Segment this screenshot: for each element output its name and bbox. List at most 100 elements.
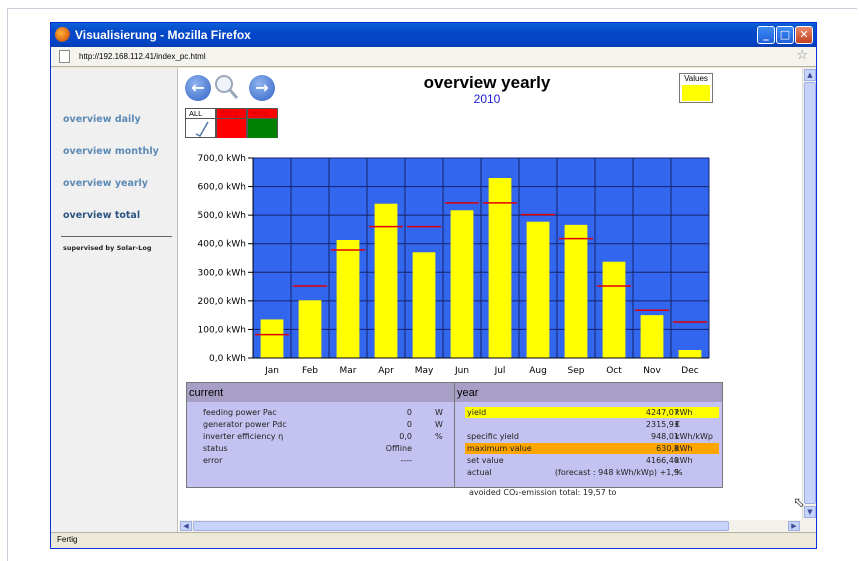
close-button[interactable]: ✕ bbox=[795, 26, 813, 44]
firefox-icon bbox=[55, 27, 70, 42]
page-year: 2010 bbox=[473, 92, 501, 106]
data-tables: current year feeding power Pac 0 Wgenerato… bbox=[186, 382, 723, 488]
x-tick-label: Apr bbox=[378, 366, 394, 376]
sidebar-divider bbox=[61, 236, 172, 237]
bar bbox=[298, 300, 322, 358]
checkmark-icon bbox=[195, 121, 209, 137]
horizontal-scrollbar[interactable]: ◀ ▶ bbox=[179, 520, 802, 532]
filter-so1[interactable]: SO 1 bbox=[216, 108, 247, 138]
current-row: generator power Pdc 0 W bbox=[187, 419, 454, 430]
scroll-corner bbox=[802, 520, 816, 532]
year-row: specific yield 948,01 kWh/kWp bbox=[465, 431, 719, 442]
vertical-scroll-thumb[interactable] bbox=[804, 82, 816, 504]
year-row-label: specific yield bbox=[467, 432, 519, 441]
legend-label: Values bbox=[684, 74, 708, 83]
current-row: feeding power Pac 0 W bbox=[187, 407, 454, 418]
y-tick-label: 400,0 kWh bbox=[198, 240, 246, 250]
main-panel: ← → overview yearly 2010 Values ALL SO 1… bbox=[179, 68, 802, 520]
sidebar-item-overview-monthly[interactable]: overview monthly bbox=[63, 146, 159, 157]
year-row-unit: kWh bbox=[675, 444, 693, 453]
year-row: maximum value 630,8 kWh bbox=[465, 443, 719, 454]
x-tick-label: Oct bbox=[606, 366, 622, 376]
current-row-value: 0 bbox=[406, 408, 412, 417]
next-arrow-icon[interactable]: → bbox=[249, 75, 275, 101]
year-row: set value 4166,40 kWh bbox=[465, 455, 719, 466]
zoom-icon[interactable] bbox=[213, 73, 239, 101]
vertical-scrollbar[interactable]: ▲ ▼ bbox=[802, 68, 816, 520]
table-divider bbox=[454, 383, 455, 487]
scroll-left-icon[interactable]: ◀ bbox=[180, 521, 192, 531]
current-row-label: feeding power Pac bbox=[203, 408, 277, 417]
sidebar-item-overview-daily[interactable]: overview daily bbox=[63, 114, 141, 125]
current-row-label: inverter efficiency η bbox=[203, 432, 284, 441]
y-tick-label: 300,0 kWh bbox=[198, 268, 246, 278]
filter-so1-label: SO 1 bbox=[217, 109, 246, 119]
window-title: Visualisierung - Mozilla Firefox bbox=[75, 28, 251, 42]
year-row-unit: € bbox=[675, 420, 681, 429]
y-tick-label: 600,0 kWh bbox=[198, 183, 246, 193]
legend: Values bbox=[679, 73, 713, 103]
filter-inv1-label: INV1 bbox=[248, 109, 277, 119]
title-bar[interactable]: Visualisierung - Mozilla Firefox _ □ ✕ bbox=[51, 23, 816, 47]
scroll-up-icon[interactable]: ▲ bbox=[804, 69, 816, 81]
supervised-label: supervised by Solar-Log bbox=[63, 244, 152, 252]
year-row-unit: % bbox=[675, 468, 683, 477]
scroll-down-icon[interactable]: ▼ bbox=[804, 506, 816, 518]
current-row: error ---- bbox=[187, 455, 454, 466]
year-row-label: actual bbox=[467, 468, 492, 477]
bar bbox=[564, 224, 588, 358]
year-row-unit: kWh bbox=[675, 456, 693, 465]
year-row-unit: kWh bbox=[675, 408, 693, 417]
bar bbox=[526, 221, 550, 358]
current-row-label: status bbox=[203, 444, 228, 453]
bar bbox=[602, 261, 626, 358]
page-icon bbox=[59, 50, 70, 63]
filter-inv1-swatch bbox=[248, 119, 277, 138]
year-heading: year bbox=[455, 383, 722, 402]
x-tick-label: Mar bbox=[340, 366, 357, 376]
minimize-button[interactable]: _ bbox=[757, 26, 775, 44]
y-tick-label: 200,0 kWh bbox=[198, 297, 246, 307]
bar bbox=[450, 210, 474, 358]
x-tick-label: Sep bbox=[568, 366, 585, 376]
current-row-unit: W bbox=[435, 420, 443, 429]
scroll-right-icon[interactable]: ▶ bbox=[788, 521, 800, 531]
y-tick-label: 100,0 kWh bbox=[198, 325, 246, 335]
y-tick-label: 0,0 kWh bbox=[209, 354, 246, 364]
y-tick-label: 700,0 kWh bbox=[198, 154, 246, 164]
bookmark-star-icon[interactable]: ☆ bbox=[796, 48, 808, 63]
x-tick-label: Nov bbox=[643, 366, 661, 376]
bar bbox=[412, 252, 436, 358]
previous-arrow-icon[interactable]: ← bbox=[185, 75, 211, 101]
current-row-value: ---- bbox=[400, 456, 412, 465]
current-row: inverter efficiency η 0,0% bbox=[187, 431, 454, 442]
filter-all[interactable]: ALL bbox=[185, 108, 216, 138]
bar bbox=[678, 350, 702, 358]
x-tick-label: Jun bbox=[454, 366, 469, 376]
current-heading: current bbox=[187, 383, 454, 402]
address-bar[interactable]: http://192.168.112.41/index_pc.html ☆ bbox=[51, 47, 816, 67]
x-tick-label: Jan bbox=[264, 366, 279, 376]
year-row-label: maximum value bbox=[467, 444, 532, 453]
year-row-value: (forecast : 948 kWh/kWp) +1,9 bbox=[554, 468, 679, 477]
browser-window: Visualisierung - Mozilla Firefox _ □ ✕ h… bbox=[50, 22, 817, 549]
x-tick-label: Jul bbox=[494, 366, 506, 376]
filter-so1-swatch bbox=[217, 119, 246, 138]
maximize-button[interactable]: □ bbox=[776, 26, 794, 44]
bar bbox=[640, 315, 664, 358]
url-field[interactable]: http://192.168.112.41/index_pc.html bbox=[79, 52, 206, 61]
sidebar-item-overview-total[interactable]: overview total bbox=[63, 210, 140, 221]
horizontal-scroll-thumb[interactable] bbox=[193, 521, 729, 531]
year-row-label: yield bbox=[467, 408, 487, 417]
desktop-divider bbox=[7, 8, 857, 9]
filter-inv1[interactable]: INV1 bbox=[247, 108, 278, 138]
year-row: yield 4247,07 kWh bbox=[465, 407, 719, 418]
x-tick-label: Aug bbox=[529, 366, 547, 376]
yearly-chart: 0,0 kWh 100,0 kWh 200,0 kWh 300,0 kWh 400,0 … bbox=[198, 154, 710, 376]
current-row-value: 0,0 bbox=[399, 432, 412, 441]
sidebar-item-overview-yearly[interactable]: overview yearly bbox=[63, 178, 148, 189]
status-bar: Fertig bbox=[51, 532, 816, 548]
page-title: overview yearly bbox=[423, 73, 551, 92]
bar bbox=[260, 319, 284, 358]
current-row-value: Offline bbox=[385, 444, 412, 453]
